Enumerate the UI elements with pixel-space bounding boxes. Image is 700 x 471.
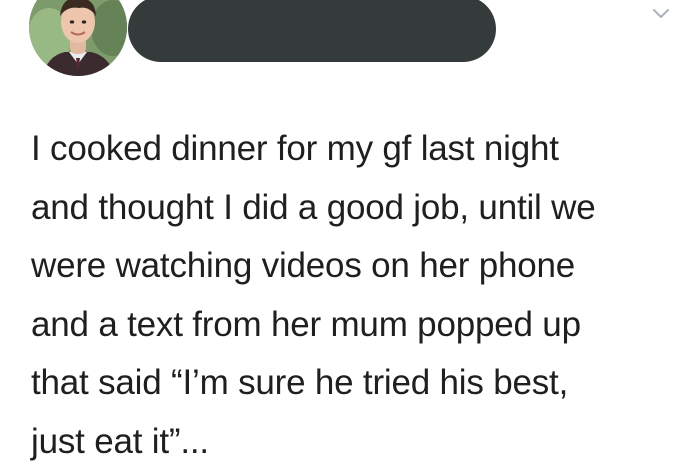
tweet-text: I cooked dinner for my gf last night and… (31, 129, 596, 461)
avatar[interactable] (29, 0, 127, 76)
redacted-author-name (128, 0, 496, 62)
chevron-down-icon[interactable] (650, 6, 672, 22)
